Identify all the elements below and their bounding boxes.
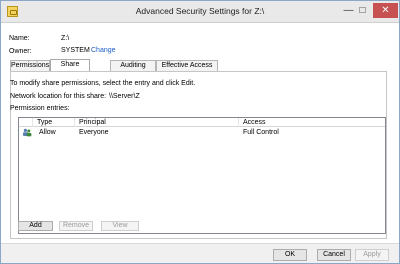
add-button[interactable]: Add [18,221,53,231]
view-button[interactable]: View [101,221,139,231]
tab-share[interactable]: Share [50,59,90,71]
column-header-principal[interactable]: Principal [75,118,239,127]
tab-permissions[interactable]: Permissions [10,60,50,71]
title-bar[interactable]: Advanced Security Settings for Z:\ — □ ✕ [1,1,399,23]
maximize-button[interactable]: □ [356,3,369,18]
tab-auditing[interactable]: Auditing [110,60,156,71]
permission-entries-list[interactable]: Type Principal Access Allow Everyone Ful… [18,117,386,234]
change-owner-link[interactable]: Change [91,47,116,54]
row-access: Full Control [243,129,279,136]
minimize-button[interactable]: — [342,3,355,18]
list-header: Type Principal Access [19,118,385,127]
row-type: Allow [39,129,56,136]
footer-divider [1,243,399,244]
tab-effective-access[interactable]: Effective Access [156,60,218,71]
dialog-content: Name: Z:\ Owner: SYSTEM Change Permissio… [1,23,399,243]
name-value: Z:\ [61,35,70,42]
apply-button[interactable]: Apply [355,249,389,261]
ok-button[interactable]: OK [273,249,307,261]
permission-entries-label: Permission entries: [10,105,70,112]
share-description: To modify share permissions, select the … [10,80,196,87]
security-settings-window: Advanced Security Settings for Z:\ — □ ✕… [0,0,400,264]
column-header-access[interactable]: Access [239,118,385,127]
name-label: Name: [9,35,30,42]
remove-button[interactable]: Remove [59,221,93,231]
close-button[interactable]: ✕ [373,3,398,18]
table-row[interactable]: Allow Everyone Full Control [19,127,385,138]
network-location-value: \\Server\Z [109,93,140,100]
owner-label: Owner: [9,48,32,55]
owner-value: SYSTEM [61,47,90,54]
users-icon [23,128,32,137]
column-header-type[interactable]: Type [33,118,75,127]
column-header-icon[interactable] [19,118,33,127]
network-location-label: Network location for this share: [10,93,107,100]
row-principal: Everyone [79,129,109,136]
cancel-button[interactable]: Cancel [317,249,351,261]
window-title: Advanced Security Settings for Z:\ [135,6,265,16]
